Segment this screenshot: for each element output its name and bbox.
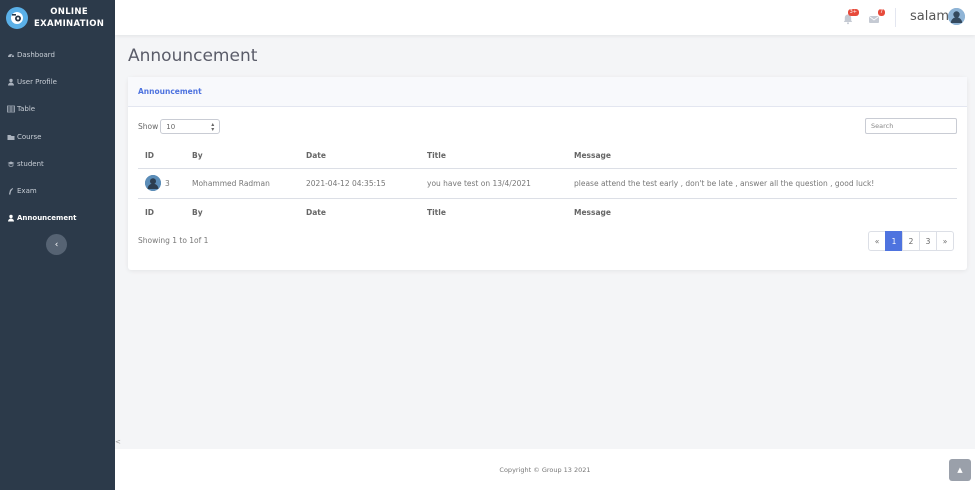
column-footer-message: Message (567, 197, 957, 226)
sidebar-item-dashboard[interactable]: Dashboard (0, 41, 115, 68)
messages-badge: 7 (877, 9, 885, 16)
cell-message: please attend the test early , don't be … (574, 178, 875, 188)
user-icon (7, 78, 15, 86)
copyright-text: Copyright © Group 13 2021 (499, 465, 591, 474)
sidebar-toggle-button[interactable]: ‹ (46, 234, 67, 255)
scroll-edge-marker: < (115, 438, 121, 446)
brand-line1: ONLINE (50, 6, 88, 17)
column-header-id[interactable]: ID (138, 143, 185, 169)
sidebar-item-label: Course (17, 132, 42, 141)
column-header-date[interactable]: Date (299, 143, 420, 169)
chevron-updown-icon: ▴ ▾ (211, 120, 215, 133)
table-footer-row: ID By Date Title Message (138, 197, 957, 226)
pagination: « 1 2 3 » (868, 231, 954, 251)
sidebar-item-label: Exam (17, 187, 37, 196)
column-footer-by: By (185, 197, 299, 226)
sidebar-nav: Dashboard User Profile Table Course stud… (0, 41, 115, 232)
pagination-page-1[interactable]: 1 (885, 231, 903, 251)
column-footer-title: Title (420, 197, 567, 226)
sidebar: ONLINE EXAMINATION Dashboard User Profil… (0, 0, 115, 490)
column-header-message[interactable]: Message (567, 143, 957, 169)
announcement-table: ID By Date Title Message 3 Mohammed Radm… (138, 143, 957, 226)
pagination-page-2[interactable]: 2 (902, 231, 920, 251)
sidebar-item-label: Dashboard (17, 50, 55, 59)
brand-name: ONLINE EXAMINATION (34, 6, 104, 30)
avatar (145, 175, 161, 191)
page-size-value: 10 (166, 122, 176, 131)
logo-icon (6, 6, 28, 29)
sidebar-item-exam[interactable]: Exam (0, 177, 115, 204)
footer: Copyright © Group 13 2021 (115, 449, 975, 490)
alerts-badge: 3+ (847, 9, 859, 16)
page-size-control: Show 10 ▴ ▾ (138, 119, 221, 134)
brand[interactable]: ONLINE EXAMINATION (0, 0, 115, 35)
alerts-button[interactable]: 3+ (842, 9, 859, 25)
brand-line2: EXAMINATION (34, 18, 105, 29)
scroll-to-top-button[interactable]: ▲ (949, 459, 971, 481)
sidebar-item-label: student (17, 159, 44, 168)
cell-date: 2021-04-12 04:35:15 (306, 178, 386, 188)
show-label: Show (138, 122, 159, 131)
table-header-row: ID By Date Title Message (138, 143, 957, 169)
sidebar-item-student[interactable]: student (0, 150, 115, 177)
pagination-next-button[interactable]: » (936, 231, 954, 251)
sidebar-item-label: Announcement (17, 214, 77, 223)
sidebar-item-table[interactable]: Table (0, 96, 115, 123)
course-icon (7, 133, 15, 141)
cell-id: 3 (138, 168, 185, 198)
row-id: 3 (165, 178, 170, 188)
cell-by: Mohammed Radman (192, 178, 270, 188)
sidebar-item-label: User Profile (17, 77, 57, 86)
table-row[interactable]: 3 Mohammed Radman 2021-04-12 04:35:15 yo… (138, 168, 957, 198)
announcement-card: Announcement Show 10 ▴▾ ID By Date Title… (128, 77, 967, 270)
chevron-left-icon: ‹ (54, 239, 59, 250)
messages-button[interactable]: 7 (868, 9, 885, 24)
card-title: Announcement (138, 87, 202, 96)
column-header-title[interactable]: Title (420, 143, 567, 169)
sidebar-item-label: Table (17, 105, 36, 114)
cell-title: you have test on 13/4/2021 (427, 178, 531, 188)
exam-icon (7, 187, 15, 196)
pagination-previous-button[interactable]: « (868, 231, 886, 251)
student-icon (7, 160, 15, 168)
sidebar-item-course[interactable]: Course (0, 123, 115, 150)
page-size-select[interactable]: 10 ▴ ▾ (160, 119, 221, 134)
sidebar-item-announcement[interactable]: Announcement (0, 205, 115, 232)
chevron-up-icon: ▲ (957, 466, 963, 474)
column-header-by[interactable]: By (185, 143, 299, 169)
dashboard-icon (7, 51, 15, 59)
card-header: Announcement (128, 77, 967, 107)
column-footer-date: Date (299, 197, 420, 226)
table-icon (7, 105, 15, 113)
username[interactable]: salam (910, 9, 949, 24)
search-input[interactable] (865, 118, 957, 134)
avatar[interactable] (948, 8, 965, 25)
table-info: Showing 1 to 1of 1 (138, 236, 209, 245)
column-footer-id: ID (138, 197, 185, 226)
topbar-divider (895, 8, 896, 27)
user-icon (7, 214, 15, 222)
topbar: 3+ 7 salam (115, 0, 975, 35)
sidebar-item-user-profile[interactable]: User Profile (0, 68, 115, 95)
pagination-page-3[interactable]: 3 (919, 231, 937, 251)
page-title: Announcement (128, 46, 258, 66)
